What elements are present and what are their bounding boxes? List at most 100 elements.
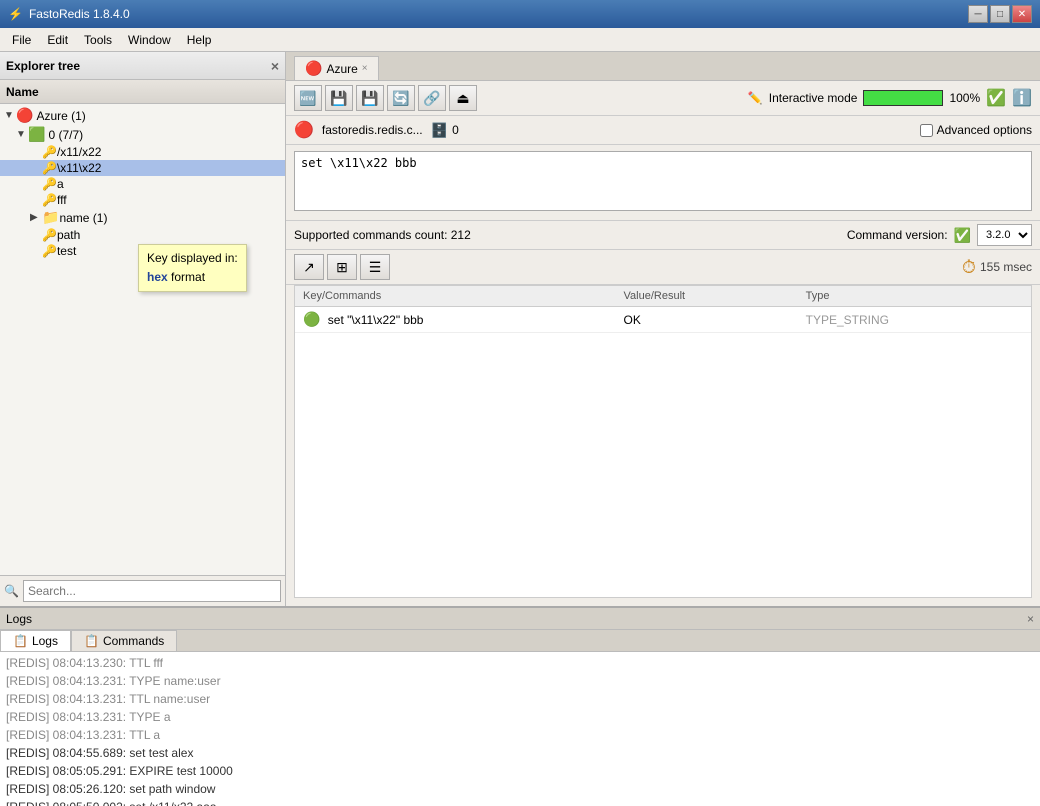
expand-arrow-db: ▼ [16,129,26,140]
log-entry-0: [REDIS] 08:04:13.230: TTL fff [6,654,1034,672]
db-selector-icon: 🗄️ [431,122,448,139]
tree-item-key2[interactable]: 🔑 \x11\x22 [0,160,285,176]
action-buttons: ↗ ⊞ ☰ [294,254,390,280]
minimize-button[interactable]: ─ [968,5,988,23]
save-all-button[interactable]: 💾 [356,85,384,111]
conn-name-label: fastoredis.redis.c... [322,123,423,137]
advanced-options-checkbox[interactable] [920,124,933,137]
logs-content: [REDIS] 08:04:13.230: TTL fff [REDIS] 08… [0,652,1040,806]
server-icon: 🔴 [16,107,33,124]
refresh-button[interactable]: 🔄 [387,85,415,111]
logs-tab-logs[interactable]: 📋 Logs [0,630,71,651]
menu-file[interactable]: File [4,31,39,49]
search-icon: 🔍 [4,584,19,598]
tree-item-key1[interactable]: 🔑 /x11/x22 [0,144,285,160]
logs-title: Logs [6,612,32,626]
result-value-cell: OK [616,307,798,333]
search-bar: 🔍 [0,575,285,606]
tree-item-db[interactable]: ▼ 🟩 0 (7/7) [0,125,285,144]
share-button[interactable]: ↗ [294,254,324,280]
db-value-label: 0 [452,123,459,137]
key-icon-path: 🔑 [42,228,57,242]
tree-label-path: path [57,228,80,242]
key-icon-test: 🔑 [42,244,57,258]
log-entry-7: [REDIS] 08:05:26.120: set path window [6,780,1034,798]
tree-label-a: a [57,177,64,191]
tree-item-key-fff[interactable]: 🔑 fff [0,192,285,208]
progress-bar-container [863,90,943,106]
key-icon-fff: 🔑 [42,193,57,207]
tab-azure-icon: 🔴 [305,60,322,77]
tab-azure[interactable]: 🔴 Azure × [294,56,379,80]
check-icon: ✅ [986,88,1006,108]
tree-header: Name [0,80,285,104]
tab-azure-label: Azure [326,62,357,76]
new-button[interactable]: 🆕 [294,85,322,111]
command-area: set \x11\x22 bbb [286,145,1040,221]
log-entry-6: [REDIS] 08:05:05.291: EXPIRE test 10000 [6,762,1034,780]
result-command-cell: 🟢 set "\x11\x22" bbb [295,307,616,333]
tooltip: Key displayed in: hex format [138,244,247,292]
close-button[interactable]: ✕ [1012,5,1032,23]
explorer-close-button[interactable]: × [271,58,279,74]
window-controls[interactable]: ─ □ ✕ [968,5,1032,23]
title-bar: ⚡ FastoRedis 1.8.4.0 ─ □ ✕ [0,0,1040,28]
menu-tools[interactable]: Tools [76,31,120,49]
tree-item-azure[interactable]: ▼ 🔴 Azure (1) [0,106,285,125]
tree-label-db: 0 (7/7) [48,128,83,142]
toolbar-left: 🆕 💾 💾 🔄 🔗 ⏏ [294,85,477,111]
tree-name-column: Name [6,85,39,99]
logs-tab-logs-label: Logs [32,634,58,648]
pencil-icon: ✏️ [748,91,763,105]
tree-item-key-path[interactable]: 🔑 path [0,227,285,243]
menu-bar: File Edit Tools Window Help [0,28,1040,52]
table-view-button[interactable]: ⊞ [327,254,357,280]
search-input[interactable] [23,580,281,602]
text-view-button[interactable]: ☰ [360,254,390,280]
logs-tab-commands[interactable]: 📋 Commands [71,630,177,651]
toolbar-right: ✏️ Interactive mode 100% ✅ ℹ️ [748,88,1032,108]
logs-header: Logs × [0,608,1040,630]
disconnect-button[interactable]: ⏏ [449,85,477,111]
tree-item-folder-name[interactable]: ▶ 📁 name (1) [0,208,285,227]
menu-edit[interactable]: Edit [39,31,76,49]
col-header-type: Type [798,286,1031,307]
result-row-icon: 🟢 [303,311,320,327]
col-header-value: Value/Result [616,286,798,307]
tab-azure-close[interactable]: × [362,63,368,74]
command-input[interactable]: set \x11\x22 bbb [294,151,1032,211]
db-selector: 🗄️ 0 [431,122,459,139]
tree-label-azure: Azure (1) [36,109,85,123]
explorer-header: Explorer tree × [0,52,285,80]
tree-area: ▼ 🔴 Azure (1) ▼ 🟩 0 (7/7) 🔑 /x11/x22 🔑 \… [0,104,285,575]
menu-window[interactable]: Window [120,31,179,49]
progress-bar [864,91,942,105]
timer-icon: ⏱ [962,257,976,278]
maximize-button[interactable]: □ [990,5,1010,23]
info-icon[interactable]: ℹ️ [1012,88,1032,108]
logs-tab-commands-icon: 📋 [84,634,99,648]
explorer-title: Explorer tree [6,59,80,73]
action-bar: ↗ ⊞ ☰ ⏱ 155 msec [286,250,1040,285]
results-table: Key/Commands Value/Result Type 🟢 set "\x… [295,286,1031,333]
logs-tab-logs-icon: 📋 [13,634,28,648]
version-select[interactable]: 3.2.0 3.0.0 2.8.0 2.6.0 [977,224,1032,246]
log-entry-3: [REDIS] 08:04:13.231: TYPE a [6,708,1034,726]
table-row[interactable]: 🟢 set "\x11\x22" bbb OK TYPE_STRING [295,307,1031,333]
tree-label-fff: fff [57,193,67,207]
tooltip-line1: Key displayed in: [147,251,238,265]
key-icon-a: 🔑 [42,177,57,191]
folder-icon-name: 📁 [42,209,59,226]
time-label: 155 msec [980,260,1032,274]
key-icon-1: 🔑 [42,145,57,159]
tree-item-key-a[interactable]: 🔑 a [0,176,285,192]
connect-button[interactable]: 🔗 [418,85,446,111]
log-entry-4: [REDIS] 08:04:13.231: TTL a [6,726,1034,744]
version-check-icon: ✅ [954,227,971,244]
logs-tabs: 📋 Logs 📋 Commands [0,630,1040,652]
key-icon-2: 🔑 [42,161,57,175]
tooltip-keyword: hex [147,270,168,284]
logs-close-button[interactable]: × [1027,612,1034,626]
menu-help[interactable]: Help [179,31,220,49]
save-button[interactable]: 💾 [325,85,353,111]
